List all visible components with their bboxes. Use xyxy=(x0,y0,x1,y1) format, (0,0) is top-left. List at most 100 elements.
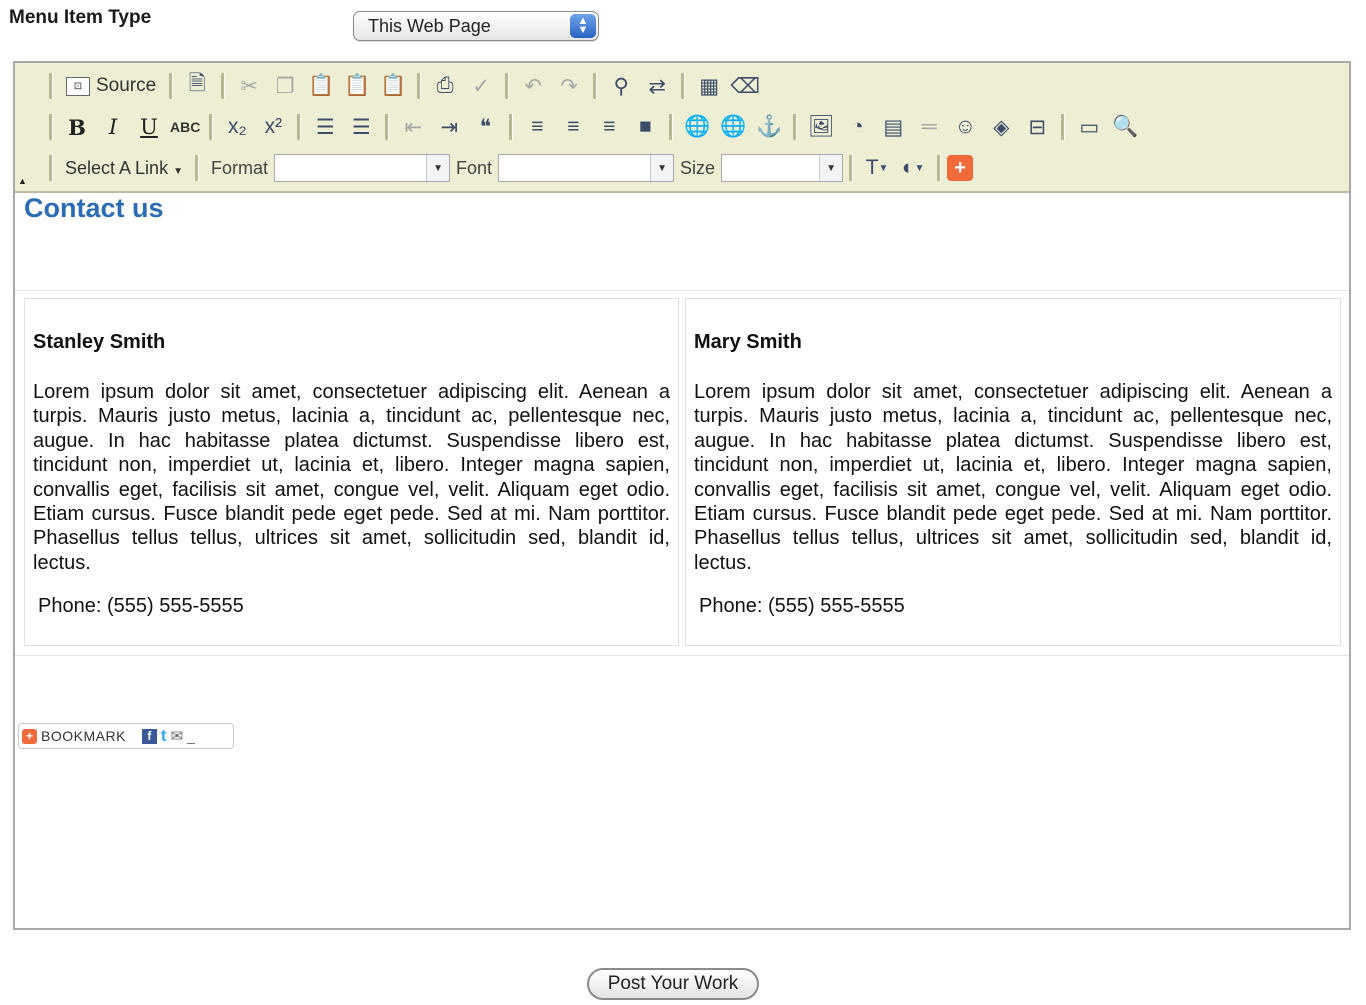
page-break-icon[interactable]: ⊟ xyxy=(1022,112,1052,142)
chevron-down-icon: ▼ xyxy=(426,155,450,181)
maximize-icon[interactable]: ▭ xyxy=(1074,112,1104,142)
more-icon[interactable]: _ xyxy=(187,728,195,744)
menu-item-type-value: This Web Page xyxy=(368,16,491,36)
toolbar-separator xyxy=(417,73,422,99)
unlink-icon[interactable]: 🌐 xyxy=(718,112,748,142)
blockquote-icon[interactable]: ❝ xyxy=(470,112,500,142)
contact-cell: Stanley Smith Lorem ipsum dolor sit amet… xyxy=(24,298,679,646)
toolbar-separator xyxy=(593,73,598,99)
source-icon: ⊡ xyxy=(66,76,90,96)
toolbar-row-3: Select A Link ▼ Format ▼ Font ▼ Size ▼ T… xyxy=(43,150,974,186)
rich-text-editor: ⊡ Source 🗎 ✂ ❐ 📋 📋 📋 ⎙ ✓ ↶ ↷ ⚲ ⇄ ▦ ⌫ B I… xyxy=(13,61,1351,930)
table-border-top xyxy=(15,290,1349,291)
text-color-icon[interactable]: T ▼ xyxy=(862,153,892,183)
table-border-bottom xyxy=(15,655,1349,656)
chevron-down-icon: ▼ xyxy=(173,165,183,177)
toolbar-separator xyxy=(793,114,798,140)
toolbar-row-1: ⊡ Source 🗎 ✂ ❐ 📋 📋 📋 ⎙ ✓ ↶ ↷ ⚲ ⇄ ▦ ⌫ xyxy=(43,68,763,104)
subscript-icon[interactable]: x₂ xyxy=(222,112,252,142)
contact-name: Stanley Smith xyxy=(33,331,166,353)
image-icon[interactable]: 🖼 xyxy=(806,112,836,142)
smiley-icon[interactable]: ☺ xyxy=(950,112,980,142)
toolbar-separator xyxy=(209,114,214,140)
contact-phone: Phone: (555) 555-5555 xyxy=(699,595,905,617)
strike-icon[interactable]: ABC xyxy=(170,112,200,142)
email-icon[interactable]: ✉ xyxy=(171,727,184,745)
outdent-icon[interactable]: ⇤ xyxy=(398,112,428,142)
toolbar-row-2: B I U ABC x₂ x² ☰ ☰ ⇤ ⇥ ❝ ≡ ≡ ≡ ■ 🌐 🌐 ⚓ … xyxy=(43,109,1143,145)
copy-icon[interactable]: ❐ xyxy=(270,71,300,101)
align-center-icon[interactable]: ≡ xyxy=(558,112,588,142)
bookmark-label: BOOKMARK xyxy=(41,728,126,744)
collapse-toolbar-icon[interactable]: ▲ xyxy=(18,176,27,186)
spellcheck-icon[interactable]: ✓ xyxy=(466,71,496,101)
remove-format-icon[interactable]: ⌫ xyxy=(730,71,760,101)
toolbar-separator xyxy=(221,73,226,99)
preview-icon[interactable]: 🔍 xyxy=(1110,112,1140,142)
select-arrows-icon: ▲ ▼ xyxy=(570,14,596,38)
justify-icon[interactable]: ■ xyxy=(630,112,660,142)
menu-item-type-label: Menu Item Type xyxy=(9,7,152,28)
toolbar-separator xyxy=(297,114,302,140)
table-icon[interactable]: ▤ xyxy=(878,112,908,142)
replace-icon[interactable]: ⇄ xyxy=(642,71,672,101)
redo-icon[interactable]: ↷ xyxy=(554,71,584,101)
link-icon[interactable]: 🌐 xyxy=(682,112,712,142)
contact-phone: Phone: (555) 555-5555 xyxy=(38,595,244,617)
contact-cell: Mary Smith Lorem ipsum dolor sit amet, c… xyxy=(685,298,1341,646)
toolbar-separator xyxy=(849,155,854,181)
indent-icon[interactable]: ⇥ xyxy=(434,112,464,142)
font-label: Font xyxy=(456,157,493,178)
superscript-icon[interactable]: x² xyxy=(258,112,288,142)
format-select[interactable]: ▼ xyxy=(274,154,451,182)
select-all-icon[interactable]: ▦ xyxy=(694,71,724,101)
source-button[interactable]: ⊡ Source xyxy=(62,71,160,101)
select-a-link-label: Select A Link xyxy=(65,157,169,178)
flash-icon[interactable]: ◔ xyxy=(842,112,872,142)
menu-item-type-select[interactable]: This Web Page ▲ ▼ xyxy=(353,11,599,41)
underline-icon[interactable]: U xyxy=(134,112,164,142)
toolbar-separator xyxy=(669,114,674,140)
source-label: Source xyxy=(96,75,157,96)
find-icon[interactable]: ⚲ xyxy=(606,71,636,101)
undo-icon[interactable]: ↶ xyxy=(518,71,548,101)
page-heading: Contact us xyxy=(24,193,164,223)
twitter-icon[interactable]: t xyxy=(161,726,167,746)
horizontal-rule-icon[interactable]: ═ xyxy=(914,112,944,142)
contact-description: Lorem ipsum dolor sit amet, consectetuer… xyxy=(33,381,670,574)
bookmark-widget[interactable]: + BOOKMARK f t ✉ _ xyxy=(18,723,234,749)
italic-icon[interactable]: I xyxy=(98,112,128,142)
contact-name: Mary Smith xyxy=(694,331,802,353)
paste-word-icon[interactable]: 📋 xyxy=(378,71,408,101)
paste-text-icon[interactable]: 📋 xyxy=(342,71,372,101)
post-your-work-button[interactable]: Post Your Work xyxy=(587,968,759,1000)
toolbar-separator xyxy=(49,73,53,99)
size-select[interactable]: ▼ xyxy=(721,154,844,182)
size-label: Size xyxy=(680,157,716,178)
font-select[interactable]: ▼ xyxy=(498,154,675,182)
addthis-plus-icon[interactable]: + xyxy=(947,155,974,181)
toolbar-separator xyxy=(509,114,514,140)
editor-toolbar: ⊡ Source 🗎 ✂ ❐ 📋 📋 📋 ⎙ ✓ ↶ ↷ ⚲ ⇄ ▦ ⌫ B I… xyxy=(15,63,1349,193)
chevron-down-icon: ▼ xyxy=(650,155,674,181)
special-char-icon[interactable]: ◈ xyxy=(986,112,1016,142)
unordered-list-icon[interactable]: ☰ xyxy=(346,112,376,142)
contact-description: Lorem ipsum dolor sit amet, consectetuer… xyxy=(694,381,1332,574)
anchor-icon[interactable]: ⚓ xyxy=(754,112,784,142)
editor-content[interactable]: Contact us Stanley Smith Lorem ipsum dol… xyxy=(15,193,1349,928)
align-left-icon[interactable]: ≡ xyxy=(522,112,552,142)
toolbar-separator xyxy=(385,114,390,140)
select-a-link-dropdown[interactable]: Select A Link ▼ xyxy=(59,158,189,179)
print-icon[interactable]: ⎙ xyxy=(430,71,460,101)
toolbar-separator xyxy=(505,73,510,99)
bold-icon[interactable]: B xyxy=(62,112,92,142)
facebook-icon[interactable]: f xyxy=(141,728,157,744)
toolbar-separator xyxy=(1061,114,1066,140)
new-page-icon[interactable]: 🗎 xyxy=(182,71,212,101)
background-color-icon[interactable]: ◐ ▼ xyxy=(898,153,928,183)
cut-icon[interactable]: ✂ xyxy=(234,71,264,101)
toolbar-separator xyxy=(49,114,53,140)
ordered-list-icon[interactable]: ☰ xyxy=(310,112,340,142)
paste-icon[interactable]: 📋 xyxy=(306,71,336,101)
align-right-icon[interactable]: ≡ xyxy=(594,112,624,142)
